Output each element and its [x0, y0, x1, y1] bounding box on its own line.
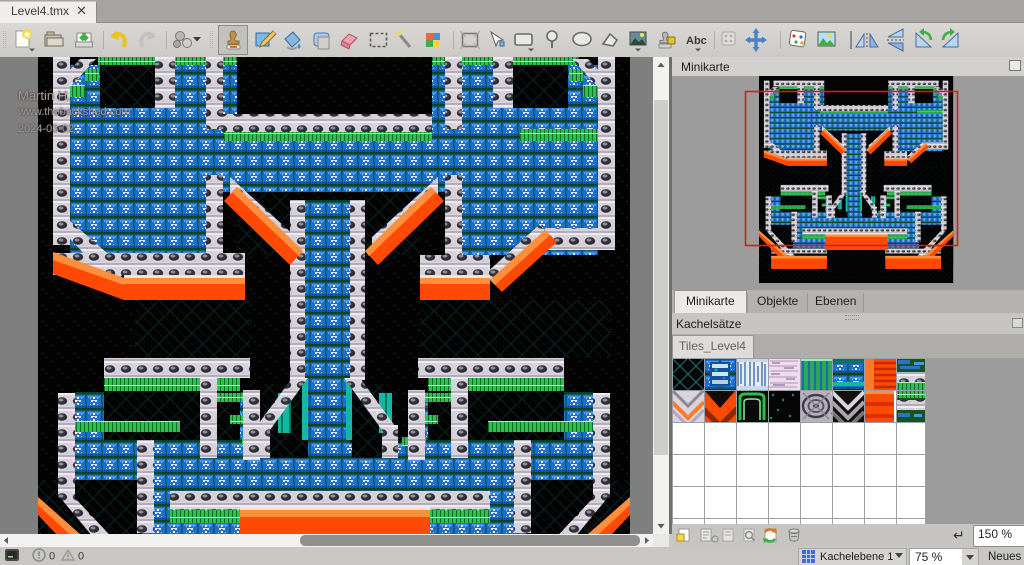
- svg-text:Abc: Abc: [686, 35, 707, 47]
- svg-text:0: 0: [49, 551, 55, 563]
- svg-text:0: 0: [78, 551, 84, 563]
